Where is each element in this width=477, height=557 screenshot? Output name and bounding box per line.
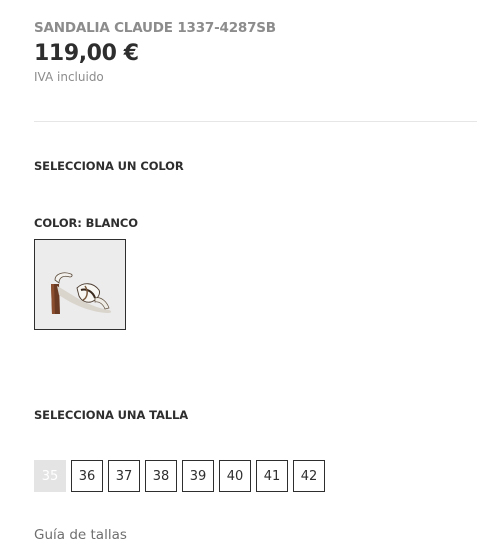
- sandal-thumbnail-icon: [35, 240, 125, 329]
- product-detail-panel: SANDALIA CLAUDE 1337-4287SB 119,00 € IVA…: [0, 0, 477, 557]
- size-option-42[interactable]: 42: [293, 460, 325, 492]
- size-option-35: 35: [34, 460, 66, 492]
- size-option-37[interactable]: 37: [108, 460, 140, 492]
- tax-note: IVA incluido: [34, 70, 104, 84]
- divider: [34, 121, 477, 122]
- size-option-41[interactable]: 41: [256, 460, 288, 492]
- size-option-38[interactable]: 38: [145, 460, 177, 492]
- selected-color-label: COLOR: BLANCO: [34, 216, 138, 230]
- size-guide-link[interactable]: Guía de tallas: [34, 527, 127, 543]
- size-option-39[interactable]: 39: [182, 460, 214, 492]
- size-selector: 35 36 37 38 39 40 41 42: [34, 460, 325, 492]
- product-price: 119,00 €: [34, 41, 139, 66]
- product-name: SANDALIA CLAUDE 1337-4287SB: [34, 20, 276, 36]
- color-swatch-blanco[interactable]: [34, 239, 126, 330]
- size-option-36[interactable]: 36: [71, 460, 103, 492]
- size-section-heading: SELECCIONA UNA TALLA: [34, 408, 189, 422]
- color-section-heading: SELECCIONA UN COLOR: [34, 159, 184, 173]
- size-option-40[interactable]: 40: [219, 460, 251, 492]
